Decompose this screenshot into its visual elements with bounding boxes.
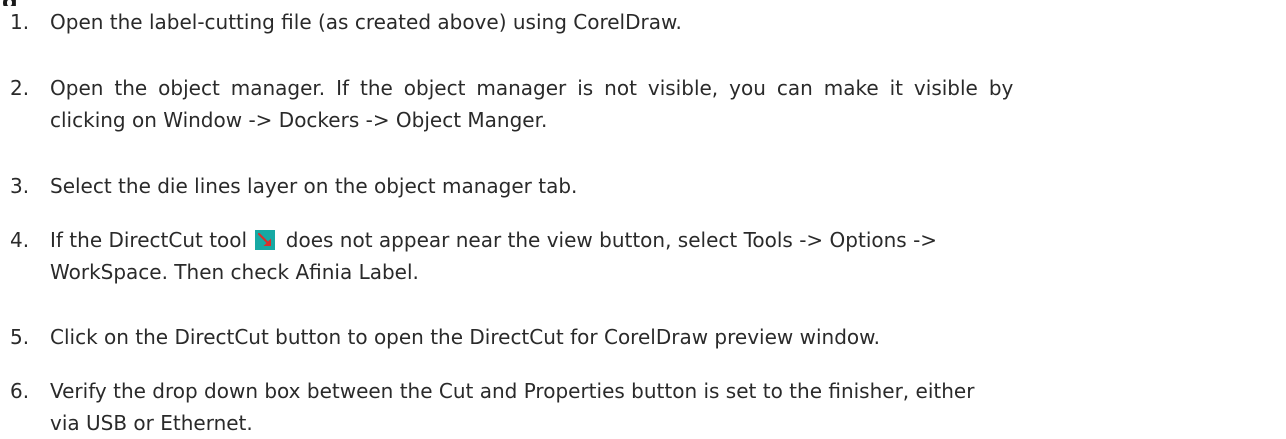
step-text: Select the die lines layer on the object… [50,174,578,198]
step-text: Open the label-cutting file (as created … [50,10,682,34]
step-text-line-2: via USB or Ethernet. [50,411,253,435]
step-text-line-1: If the DirectCut tool does not appear ne… [50,224,1274,256]
step-text: Click on the DirectCut button to open th… [50,325,881,349]
step-number: 1. [10,10,30,34]
directcut-tool-icon [255,230,276,250]
step-text: Open the object manager. If the object m… [50,76,1014,100]
step-number: 6. [10,379,30,403]
step-text-line-2: WorkSpace. Then check Afinia Label. [50,260,419,284]
step-text-after-icon: does not appear near the view button, se… [285,228,938,252]
step-text-line-1: Open the object manager. If the object m… [50,72,1274,104]
step-number: 4. [10,228,30,252]
step-text-line-2: clicking on Window -> Dockers -> Object … [50,108,548,132]
step-number: 3. [10,174,30,198]
step-number: 5. [10,325,30,349]
step-text-before-icon: If the DirectCut tool [50,228,248,252]
step-text-line-1: Verify the drop down box between the Cut… [50,379,975,403]
step-number: 2. [10,76,30,100]
